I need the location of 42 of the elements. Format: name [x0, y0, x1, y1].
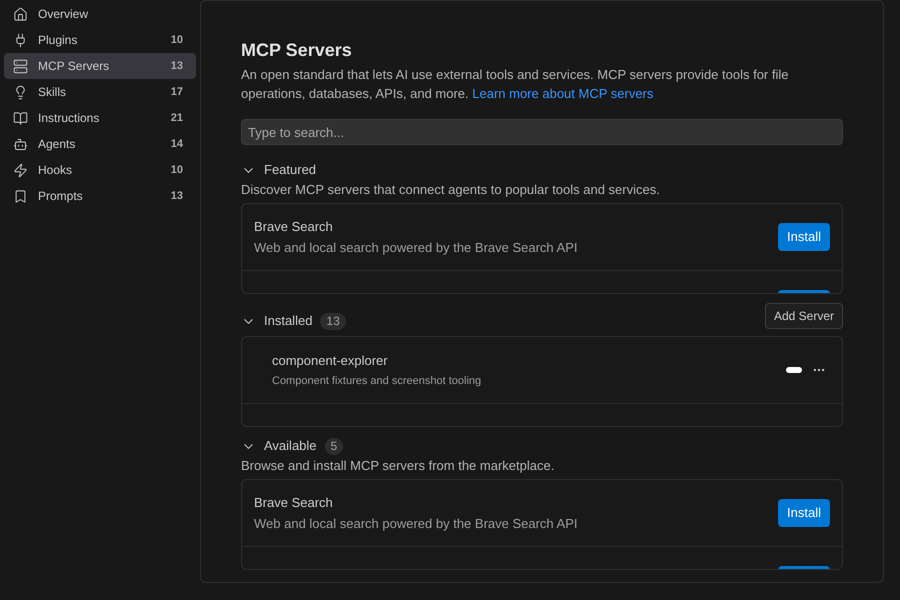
bookmark-icon: [13, 188, 28, 204]
section-toggle[interactable]: Featured: [241, 160, 316, 180]
item-count: 10: [170, 32, 183, 48]
item-count: 17: [170, 84, 183, 100]
page-title: MCP Servers: [241, 39, 353, 61]
toggle-switch[interactable]: [786, 367, 802, 373]
item-count: 21: [170, 110, 183, 126]
server-description: Component fixtures and screenshot tooling: [272, 374, 482, 388]
sidebar-item[interactable]: MCP Servers 13: [4, 53, 196, 79]
sidebar-item[interactable]: Plugins 10: [4, 27, 196, 53]
count-badge: 13: [320, 312, 346, 330]
server-description: Web and local search powered by the Brave Search API: [254, 515, 578, 533]
server-name: Brave Search: [254, 218, 334, 236]
install-button[interactable]: Install: [778, 223, 830, 251]
server-description: Web and local search powered by the Brave Search API: [254, 239, 578, 257]
section-toggle[interactable]: Installed 13: [241, 311, 346, 331]
server-icon: [13, 58, 28, 74]
page-description: An open standard that lets AI use external tools and services. MCP servers provide tools for file operations, databases, APIs, and more. Learn more about MCP servers: [241, 66, 790, 103]
item-count: 13: [170, 188, 183, 204]
sidebar-item[interactable]: Hooks 10: [4, 157, 196, 183]
count-badge: 5: [324, 438, 344, 454]
item-count: 13: [170, 58, 183, 74]
home-icon: [13, 6, 28, 22]
section-description: Browse and install MCP servers from the marketplace.: [241, 458, 556, 474]
sidebar-item[interactable]: Prompts 13: [4, 183, 196, 209]
sidebar-item[interactable]: Agents 14: [4, 131, 196, 157]
robot-icon: [13, 136, 28, 152]
item-count: 14: [170, 136, 183, 152]
sidebar-item[interactable]: Skills 17: [4, 79, 196, 105]
section-toggle[interactable]: Available 5: [241, 436, 344, 456]
sidebar-item[interactable]: Overview: [4, 1, 196, 27]
section-description: Discover MCP servers that connect agents to popular tools and services.: [241, 182, 661, 198]
lightning-icon: [13, 162, 28, 178]
learn-more-link[interactable]: Learn more about MCP servers: [472, 86, 654, 101]
search-field[interactable]: Type to search...: [241, 119, 843, 145]
server-name: component-explorer: [272, 352, 389, 370]
server-name: Brave Search: [254, 494, 334, 512]
sidebar-item[interactable]: Instructions 21: [4, 105, 196, 131]
add-server-button[interactable]: Add Server: [764, 303, 843, 329]
item-count: 10: [170, 162, 183, 178]
install-button[interactable]: Install: [778, 499, 830, 527]
book-icon: [13, 110, 28, 126]
